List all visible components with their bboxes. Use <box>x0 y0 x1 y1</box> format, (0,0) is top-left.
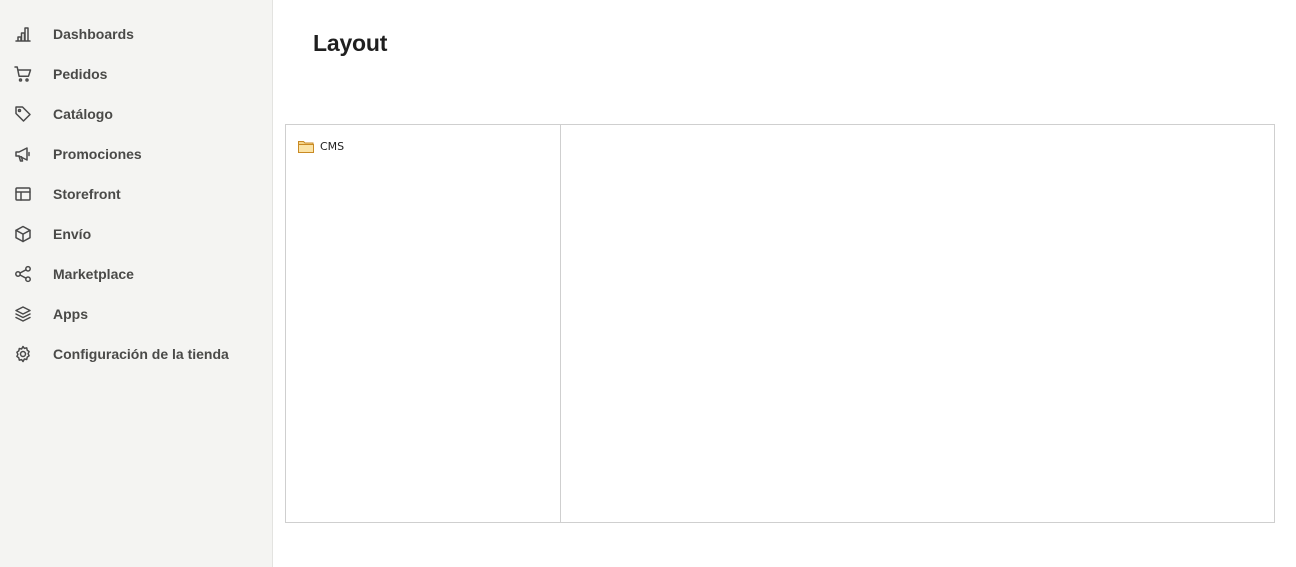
content-pane <box>561 125 1274 522</box>
sidebar-item-label: Dashboards <box>53 26 134 42</box>
sidebar-item-label: Envío <box>53 226 92 242</box>
layout-panel: CMS <box>285 124 1275 523</box>
sidebar-item-configuracion[interactable]: Configuración de la tienda <box>0 334 272 374</box>
sidebar-item-envio[interactable]: Envío <box>0 214 272 254</box>
gear-icon <box>13 344 33 364</box>
sidebar-item-promociones[interactable]: Promociones <box>0 134 272 174</box>
tree-node-label: CMS <box>320 139 345 153</box>
sidebar-item-pedidos[interactable]: Pedidos <box>0 54 272 94</box>
sidebar-item-label: Storefront <box>53 186 121 202</box>
layout-icon <box>13 184 33 204</box>
sidebar-item-dashboards[interactable]: Dashboards <box>0 14 272 54</box>
app-window: Dashboards Pedidos Catálogo Promociones <box>0 0 1296 567</box>
bar-chart-icon <box>13 24 33 44</box>
sidebar-item-label: Configuración de la tienda <box>53 346 229 362</box>
layers-icon <box>13 304 33 324</box>
tree-pane: CMS <box>286 125 561 522</box>
box-icon <box>13 224 33 244</box>
sidebar-item-label: Promociones <box>53 146 142 162</box>
cart-icon <box>13 64 33 84</box>
main-content: Layout CMS <box>273 0 1296 567</box>
sidebar-item-catalogo[interactable]: Catálogo <box>0 94 272 134</box>
megaphone-icon <box>13 144 33 164</box>
folder-icon <box>298 140 314 153</box>
sidebar-item-label: Pedidos <box>53 66 108 82</box>
share-icon <box>13 264 33 284</box>
sidebar: Dashboards Pedidos Catálogo Promociones <box>0 0 273 567</box>
sidebar-item-label: Marketplace <box>53 266 134 282</box>
sidebar-item-marketplace[interactable]: Marketplace <box>0 254 272 294</box>
tree-node-cms[interactable]: CMS <box>298 138 344 154</box>
page-title: Layout <box>313 30 388 56</box>
sidebar-nav: Dashboards Pedidos Catálogo Promociones <box>0 0 272 374</box>
sidebar-item-apps[interactable]: Apps <box>0 294 272 334</box>
sidebar-item-storefront[interactable]: Storefront <box>0 174 272 214</box>
sidebar-item-label: Catálogo <box>53 106 113 122</box>
sidebar-item-label: Apps <box>53 306 88 322</box>
tag-icon <box>13 104 33 124</box>
